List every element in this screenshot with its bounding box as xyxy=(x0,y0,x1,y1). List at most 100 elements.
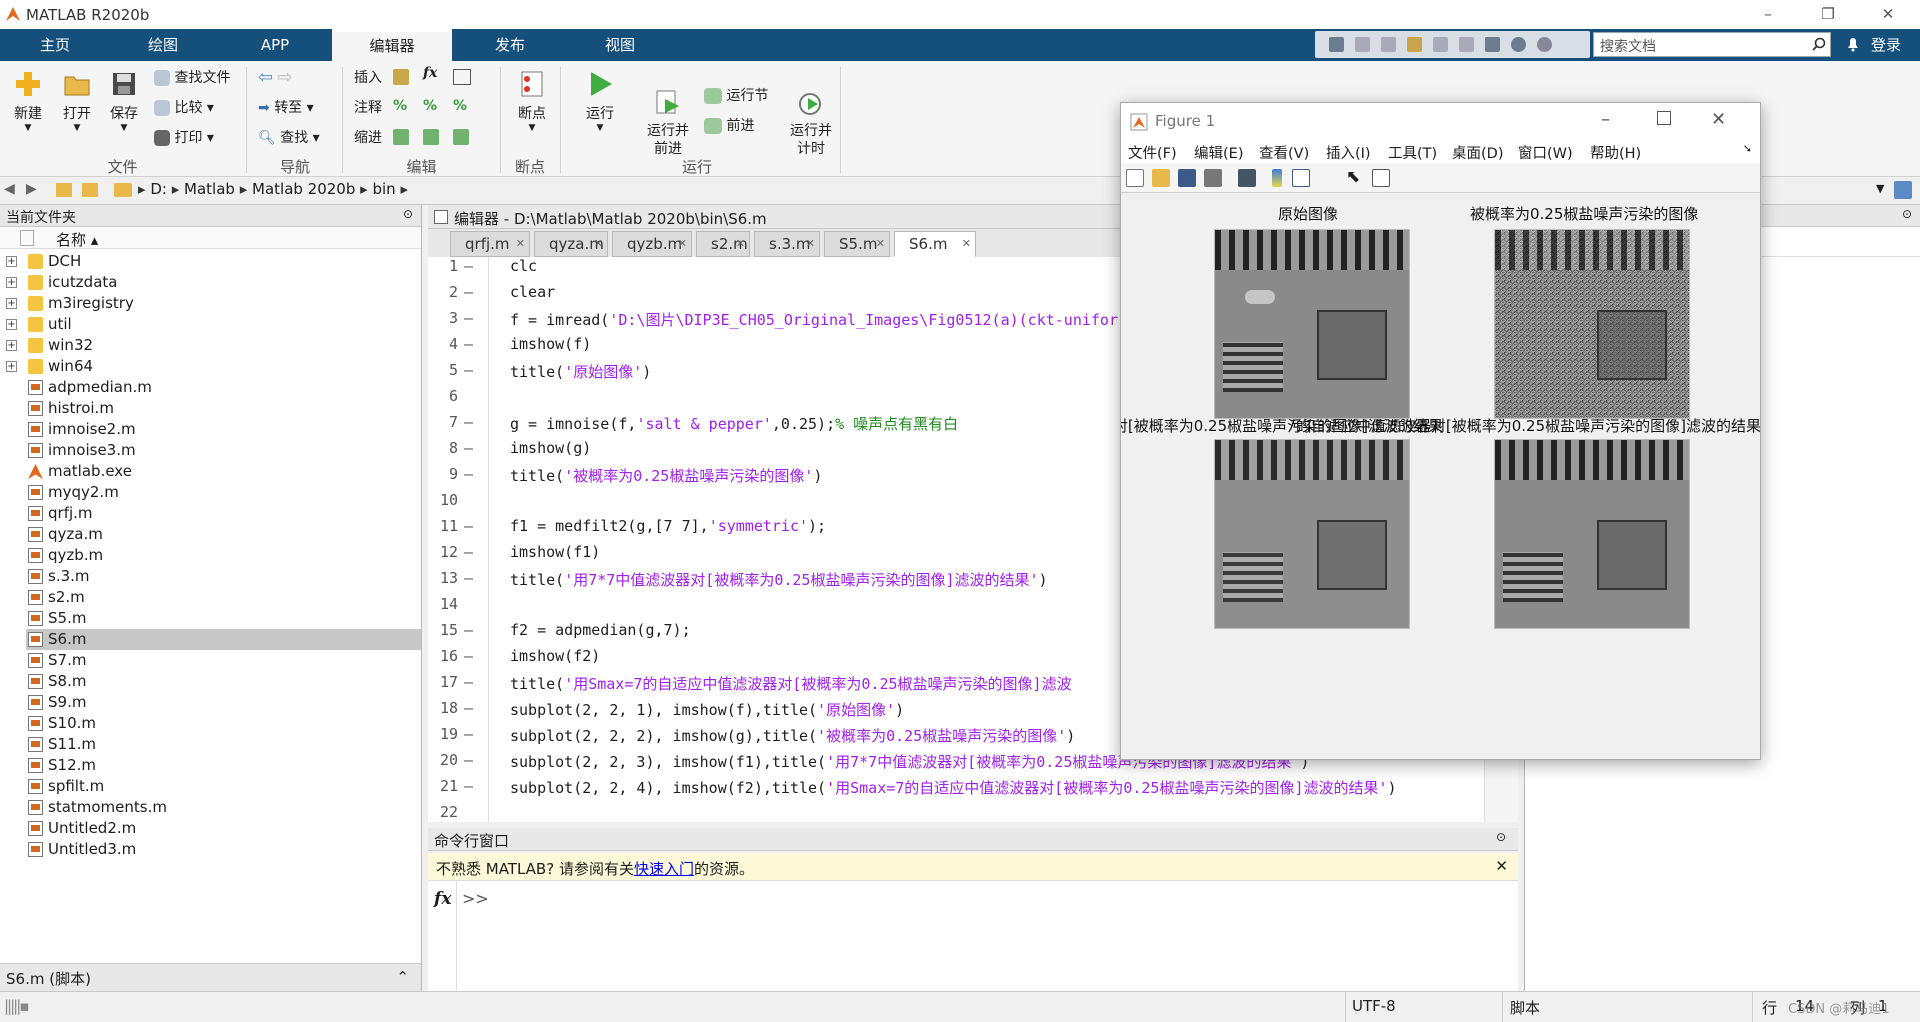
code-line[interactable]: title('用7*7中值滤波器对[被概率为0.25椒盐噪声污染的图像]滤波的结… xyxy=(510,569,1048,590)
open-button[interactable]: 打开 ▼ xyxy=(55,69,99,133)
editor-tab[interactable]: qrfj.m ✕ xyxy=(450,231,530,257)
code-line[interactable]: clc xyxy=(510,257,537,275)
code-line[interactable]: clear xyxy=(510,283,555,301)
breadcrumb[interactable]: ▸ D: ▸ Matlab ▸ Matlab 2020b ▸ bin ▸ xyxy=(138,180,408,198)
address-dropdown-icon[interactable]: ▼ xyxy=(1876,182,1884,195)
breakpoints-button[interactable]: 断点 ▼ xyxy=(510,69,554,133)
tab-view[interactable]: 视图 xyxy=(585,29,655,61)
find-files-button[interactable]: 查找文件 xyxy=(154,67,230,87)
wrap-comments-icon[interactable]: % xyxy=(453,98,467,114)
legend-icon[interactable] xyxy=(1292,169,1310,187)
code-line[interactable]: title('原始图像') xyxy=(510,361,651,382)
close-tab-icon[interactable]: ✕ xyxy=(962,237,971,250)
folder-item[interactable]: util xyxy=(26,314,421,335)
subplot-image-original[interactable] xyxy=(1214,229,1410,419)
file-item[interactable]: S12.m xyxy=(26,755,421,776)
breadcrumb-matlab-2020b[interactable]: Matlab 2020b xyxy=(252,180,355,198)
close-tab-icon[interactable]: ✕ xyxy=(876,237,885,250)
increase-indent-icon[interactable] xyxy=(423,129,439,145)
code-line[interactable]: f2 = adpmedian(g,7); xyxy=(510,621,691,639)
close-tab-icon[interactable]: ✕ xyxy=(806,237,815,250)
folder-item[interactable]: win64 xyxy=(26,356,421,377)
print-button[interactable]: 打印 ▾ xyxy=(154,127,214,147)
folder-item[interactable]: m3iregistry xyxy=(26,293,421,314)
advance-button[interactable]: 前进 xyxy=(704,115,754,135)
arrow-right-icon[interactable]: ⇨ xyxy=(278,67,293,88)
new-button[interactable]: 新建 ▼ xyxy=(6,69,50,133)
back-arrow-icon[interactable]: ◀ xyxy=(4,181,15,197)
find-button[interactable]: 🔍︎ 查找 ▾ xyxy=(258,127,320,147)
expand-folder-icon[interactable]: + xyxy=(6,340,17,351)
file-item[interactable]: S8.m xyxy=(26,671,421,692)
expand-folder-icon[interactable]: + xyxy=(6,319,17,330)
property-editor-icon[interactable] xyxy=(1372,169,1390,187)
fx-function-browser-icon[interactable]: fx xyxy=(434,889,451,909)
file-item[interactable]: qrfj.m xyxy=(26,503,421,524)
caret-up-icon[interactable]: ⌃ xyxy=(396,968,409,986)
file-item[interactable]: S11.m xyxy=(26,734,421,755)
file-item[interactable]: statmoments.m xyxy=(26,797,421,818)
editor-tab[interactable]: qyzb.m ✕ xyxy=(612,231,692,257)
search-folder-icon[interactable] xyxy=(1894,181,1912,199)
menu-desktop[interactable]: 桌面(D) xyxy=(1452,142,1503,163)
command-window-menu-icon[interactable]: ⊙ xyxy=(1496,830,1506,844)
subplot-image-median-filtered[interactable] xyxy=(1214,439,1410,629)
line-marker[interactable]: — xyxy=(464,699,473,717)
subplot-image-adaptive-filtered[interactable] xyxy=(1494,439,1690,629)
link-plot-icon[interactable] xyxy=(1238,169,1256,187)
editor-tab[interactable]: s.3.m ✕ xyxy=(754,231,820,257)
customize-icon[interactable] xyxy=(1537,37,1552,52)
file-item[interactable]: matlab.exe xyxy=(26,461,421,482)
close-tip-icon[interactable]: ✕ xyxy=(1495,857,1508,875)
editor-tab[interactable]: qyza.m ✕ xyxy=(534,231,608,257)
code-line[interactable]: f1 = medfilt2(g,[7 7],'symmetric'); xyxy=(510,517,826,535)
line-marker[interactable]: — xyxy=(464,465,473,483)
code-line[interactable]: imshow(f1) xyxy=(510,543,600,561)
pointer-icon[interactable]: ⬉ xyxy=(1346,167,1360,187)
close-tab-icon[interactable]: ✕ xyxy=(736,237,745,250)
file-item[interactable]: s.3.m xyxy=(26,566,421,587)
folder-item[interactable]: win32 xyxy=(26,335,421,356)
menu-help[interactable]: 帮助(H) xyxy=(1590,142,1641,163)
line-marker[interactable]: — xyxy=(464,361,473,379)
breadcrumb-drive[interactable]: D: xyxy=(150,180,167,198)
tab-home[interactable]: 主页 xyxy=(20,29,90,61)
line-marker[interactable]: — xyxy=(464,543,473,561)
print-figure-icon[interactable] xyxy=(1204,169,1222,187)
insert-section-icon[interactable] xyxy=(393,69,409,85)
editor-tab[interactable]: s2.m ✕ xyxy=(696,231,750,257)
tab-editor[interactable]: 编辑器 xyxy=(332,29,452,61)
run-section-button[interactable]: 运行节 xyxy=(704,85,768,105)
code-line[interactable]: imshow(f2) xyxy=(510,647,600,665)
minimize-button[interactable]: – xyxy=(1745,2,1791,26)
line-marker[interactable]: — xyxy=(464,569,473,587)
dock-arrow-icon[interactable]: ➘ xyxy=(1743,142,1752,155)
decrease-indent-icon[interactable] xyxy=(453,129,469,145)
panel-menu-icon[interactable]: ⊙ xyxy=(403,207,413,221)
code-line[interactable]: subplot(2, 2, 2), imshow(g),title('被概率为0… xyxy=(510,725,1075,746)
close-tab-icon[interactable]: ✕ xyxy=(678,237,687,250)
back-forward-buttons[interactable]: ⇦ ⇨ xyxy=(258,67,293,88)
forward-arrow-icon[interactable]: ▶ xyxy=(26,181,37,197)
save-button[interactable]: 保存 ▼ xyxy=(102,69,146,133)
copy-icon[interactable] xyxy=(1381,37,1396,52)
file-item[interactable]: qyza.m xyxy=(26,524,421,545)
insert-button[interactable]: 插入 xyxy=(354,67,382,87)
code-line[interactable]: f = imread('D:\图片\DIP3E_CH05_Original_Im… xyxy=(510,309,1118,330)
expand-folder-icon[interactable]: + xyxy=(6,298,17,309)
code-line[interactable]: imshow(f) xyxy=(510,335,591,353)
smart-indent-icon[interactable] xyxy=(393,129,409,145)
insert-control-icon[interactable] xyxy=(453,69,471,85)
close-tab-icon[interactable]: ✕ xyxy=(594,237,603,250)
expand-folder-icon[interactable]: + xyxy=(6,277,17,288)
comment-button[interactable]: 注释 xyxy=(354,97,382,117)
file-item[interactable]: Untitled3.m xyxy=(26,839,421,860)
save-figure-icon[interactable] xyxy=(1178,169,1196,187)
code-line[interactable]: g = imnoise(f,'salt & pepper',0.25);% 噪声… xyxy=(510,413,958,434)
new-figure-icon[interactable] xyxy=(1126,169,1144,187)
file-item[interactable]: imnoise3.m xyxy=(26,440,421,461)
line-marker[interactable]: — xyxy=(464,413,473,431)
menu-view[interactable]: 查看(V) xyxy=(1259,142,1309,163)
folder-item[interactable]: icutzdata xyxy=(26,272,421,293)
figure-minimize-button[interactable]: – xyxy=(1601,109,1610,130)
